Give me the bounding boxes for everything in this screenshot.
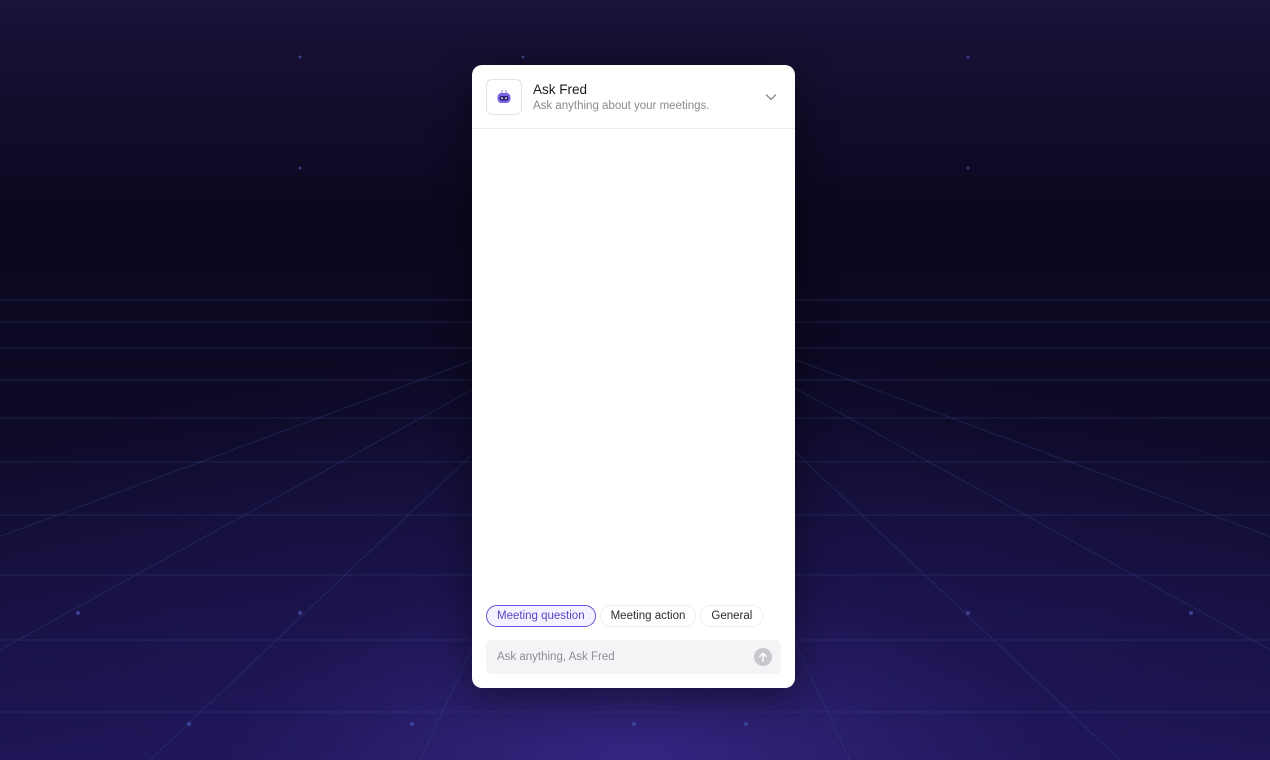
message-input[interactable] <box>486 640 736 674</box>
widget-subtitle: Ask anything about your meetings. <box>533 100 710 112</box>
collapse-button[interactable] <box>761 87 781 107</box>
widget-title: Ask Fred <box>533 82 588 97</box>
mode-chips: Meeting question Meeting action General <box>486 605 764 627</box>
arrow-up-icon <box>759 652 767 662</box>
ask-fred-widget: Ask Fred Ask anything about your meeting… <box>472 65 795 688</box>
widget-header: Ask Fred Ask anything about your meeting… <box>472 65 795 129</box>
robot-icon <box>497 90 511 103</box>
chip-general[interactable]: General <box>700 605 764 627</box>
chip-meeting-question[interactable]: Meeting question <box>486 605 596 627</box>
chip-meeting-action[interactable]: Meeting action <box>599 605 697 627</box>
chevron-down-icon <box>765 94 777 101</box>
send-button[interactable] <box>754 648 772 666</box>
assistant-avatar <box>486 79 522 115</box>
composer <box>486 640 781 674</box>
message-area <box>472 129 795 599</box>
